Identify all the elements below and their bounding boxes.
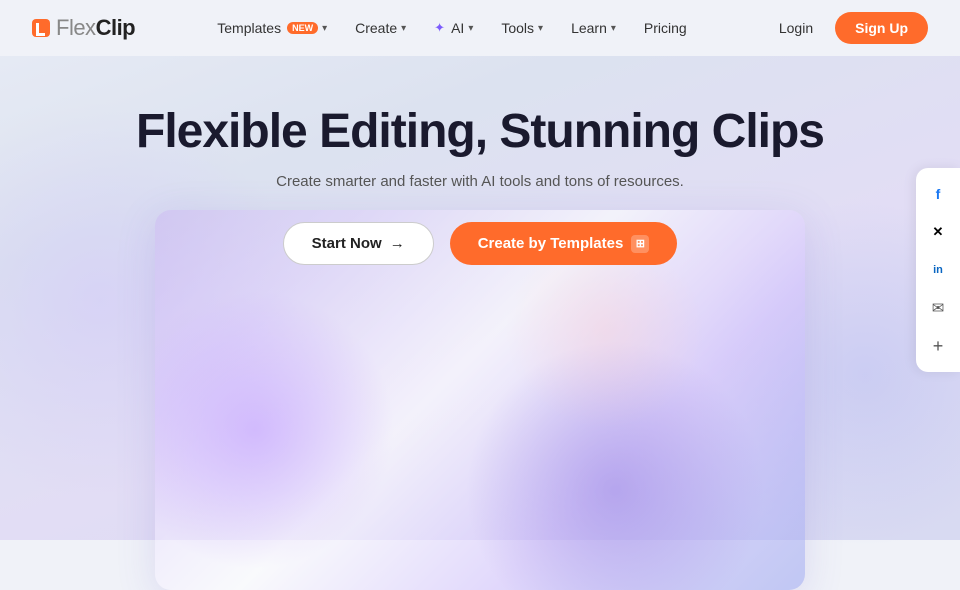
create-templates-button[interactable]: Create by Templates ⊞ <box>450 222 678 265</box>
nav-item-templates[interactable]: Templates NEW ▾ <box>217 20 327 36</box>
email-icon: ✉ <box>932 299 945 317</box>
logo-flex-part: Flex <box>56 15 96 40</box>
twitter-x-icon: ✕ <box>933 224 944 240</box>
facebook-icon: f <box>936 186 941 202</box>
nav-templates-label: Templates <box>217 20 281 36</box>
signup-button[interactable]: Sign Up <box>835 12 928 44</box>
preview-card <box>155 210 805 590</box>
nav-learn-label: Learn <box>571 20 607 36</box>
linkedin-icon: in <box>933 264 943 276</box>
nav-item-tools[interactable]: Tools ▾ <box>501 20 543 36</box>
chevron-down-icon: ▾ <box>611 23 616 34</box>
nav-item-learn[interactable]: Learn ▾ <box>571 20 616 36</box>
plus-icon: + <box>933 336 944 357</box>
chevron-down-icon: ▾ <box>538 23 543 34</box>
logo-clip-part: Clip <box>96 15 136 40</box>
logo[interactable]: FlexClip <box>32 15 135 41</box>
nav-item-pricing[interactable]: Pricing <box>644 20 687 36</box>
nav-tools-label: Tools <box>501 20 534 36</box>
social-sidebar: f ✕ in ✉ + <box>916 168 960 372</box>
more-share-button[interactable]: + <box>920 328 956 364</box>
preview-blob-1 <box>155 290 395 570</box>
template-grid-icon: ⊞ <box>631 235 649 253</box>
nav-create-label: Create <box>355 20 397 36</box>
nav-pricing-label: Pricing <box>644 20 687 36</box>
logo-icon <box>32 19 50 37</box>
create-templates-label: Create by Templates <box>478 235 624 252</box>
chevron-down-icon: ▾ <box>401 23 406 34</box>
arrow-right-icon: → <box>390 235 405 252</box>
chevron-down-icon: ▾ <box>322 23 327 34</box>
hero-title: Flexible Editing, Stunning Clips <box>0 104 960 159</box>
hero-section: Flexible Editing, Stunning Clips Create … <box>0 56 960 265</box>
preview-container <box>155 210 805 590</box>
facebook-share-button[interactable]: f <box>920 176 956 212</box>
nav-center: Templates NEW ▾ Create ▾ ✦ AI ▾ Tools ▾ … <box>217 20 686 36</box>
nav-right: Login Sign Up <box>769 12 928 44</box>
login-button[interactable]: Login <box>769 14 823 42</box>
logo-text: FlexClip <box>56 15 135 41</box>
nav-item-ai[interactable]: ✦ AI ▾ <box>434 20 473 36</box>
hero-buttons: Start Now → Create by Templates ⊞ <box>0 222 960 265</box>
ai-sparkle-icon: ✦ <box>434 20 445 36</box>
start-now-button[interactable]: Start Now → <box>283 222 434 265</box>
twitter-share-button[interactable]: ✕ <box>920 214 956 250</box>
nav-item-create[interactable]: Create ▾ <box>355 20 406 36</box>
chevron-down-icon: ▾ <box>468 23 473 34</box>
navbar: FlexClip Templates NEW ▾ Create ▾ ✦ AI ▾… <box>0 0 960 56</box>
nav-templates-badge: NEW <box>287 22 318 34</box>
email-share-button[interactable]: ✉ <box>920 290 956 326</box>
hero-subtitle: Create smarter and faster with AI tools … <box>0 173 960 190</box>
start-now-label: Start Now <box>312 235 382 252</box>
nav-ai-label: AI <box>451 20 464 36</box>
linkedin-share-button[interactable]: in <box>920 252 956 288</box>
